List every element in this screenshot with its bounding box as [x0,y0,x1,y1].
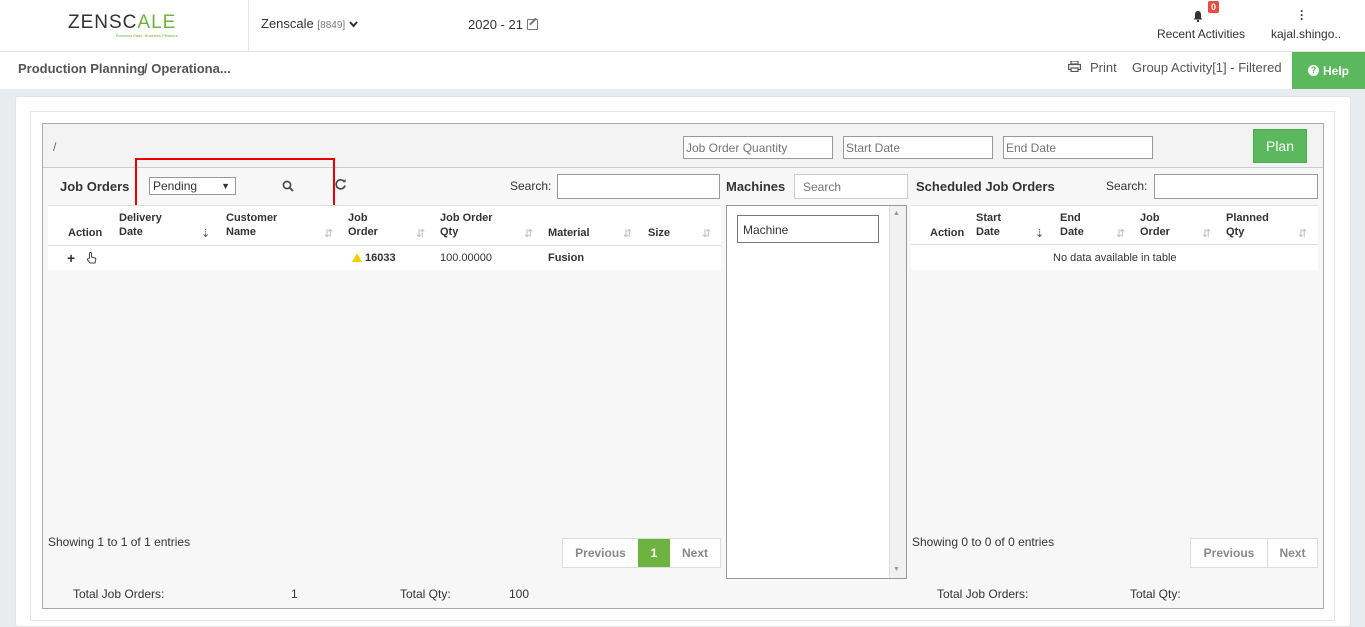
job-orders-search-label: Search: [510,179,552,193]
scheduled-title: Scheduled Job Orders [916,179,1055,194]
warning-icon [352,253,362,262]
col-size[interactable]: Size [648,226,670,240]
financial-year[interactable]: 2020 - 21 [468,17,538,32]
company-selector[interactable]: Zenscale [8849] [261,16,358,31]
col-planned-qty[interactable]: Planned Qty [1226,211,1269,239]
previous-button[interactable]: Previous [563,539,638,567]
kebab-menu-icon[interactable]: · · · [1300,5,1304,25]
scheduled-pagination: Previous Next [1190,538,1318,568]
plan-button[interactable]: Plan [1253,129,1307,163]
top-bar [0,0,1365,52]
sort-desc-icon[interactable]: ⇣ [201,227,210,240]
breadcrumb-current: / Operationa... [144,61,231,76]
previous-button[interactable]: Previous [1191,539,1267,567]
col-start-date[interactable]: Start Date [976,211,1001,239]
machines-search-input[interactable] [794,174,908,199]
sort-icon[interactable]: ⇵ [623,227,632,240]
sort-icon[interactable]: ⇵ [324,227,333,240]
scroll-up-icon[interactable]: ▲ [893,210,900,217]
print-button[interactable]: Print [1090,60,1117,75]
user-name[interactable]: kajal.shingo.. [1271,27,1341,41]
sort-icon[interactable]: ⇵ [416,227,425,240]
sort-icon[interactable]: ⇵ [1202,227,1211,240]
next-button[interactable]: Next [670,539,720,567]
help-button[interactable]: ? Help [1292,52,1365,89]
job-orders-info: Showing 1 to 1 of 1 entries [48,535,191,549]
sort-icon[interactable]: ⇵ [702,227,711,240]
job-order-quantity-input[interactable] [683,136,833,159]
start-date-input[interactable] [843,136,993,159]
col-action: Action [68,227,103,239]
refresh-icon[interactable] [334,178,347,191]
col-job-order[interactable]: Job Order [1140,211,1170,239]
job-order-cell[interactable]: 16033 [352,252,396,264]
col-action: Action [930,227,965,239]
col-material[interactable]: Material [548,226,590,240]
scheduled-info: Showing 0 to 0 of 0 entries [912,535,1055,549]
print-icon[interactable] [1068,61,1081,72]
end-date-input[interactable] [1003,136,1153,159]
sort-icon[interactable]: ⇵ [1116,227,1125,240]
scheduled-total-qty-label: Total Qty: [1130,587,1181,601]
chevron-down-icon [349,21,358,28]
sort-desc-icon[interactable]: ⇣ [1035,227,1044,240]
machines-title: Machines [726,179,786,194]
machines-list [726,205,907,579]
total-job-orders-value: 1 [291,587,298,601]
col-job-order-qty[interactable]: Job Order Qty [440,211,493,239]
job-orders-search-input[interactable] [557,174,720,199]
recent-activities-link[interactable]: Recent Activities [1157,27,1245,41]
qty-cell: 100.00000 [440,252,492,264]
logo-tagline: Business Ease, Business Pleasure [116,33,178,38]
empty-message: No data available in table [1053,252,1177,264]
col-delivery-date[interactable]: Delivery Date [119,211,162,239]
question-icon: ? [1307,65,1319,76]
scheduled-search-label: Search: [1106,179,1148,193]
notification-badge: 0 [1208,1,1220,13]
col-end-date[interactable]: End Date [1060,211,1084,239]
job-orders-pagination: Previous 1 Next [562,538,721,568]
col-customer-name[interactable]: Customer Name [226,211,277,239]
highlight-box [135,158,335,211]
divider [248,0,249,52]
hand-pointer-icon[interactable] [86,252,97,264]
total-qty-value: 100 [509,587,530,601]
logo[interactable]: ZENSCALE [68,12,176,34]
edit-icon[interactable] [526,19,538,30]
job-orders-title: Job Orders [60,179,130,194]
machine-item[interactable]: Machine [737,215,879,243]
page-1-button[interactable]: 1 [638,539,670,567]
scroll-down-icon[interactable]: ▼ [893,566,900,573]
breadcrumb-root[interactable]: Production Planning [18,61,145,76]
total-qty-label: Total Qty: [400,587,451,601]
sort-icon[interactable]: ⇵ [1298,227,1307,240]
scheduled-search-input[interactable] [1154,174,1318,199]
bell-icon[interactable] [1192,10,1204,22]
group-activity-filter[interactable]: Group Activity[1] - Filtered [1132,60,1282,75]
next-button[interactable]: Next [1267,539,1317,567]
scrollbar[interactable] [889,206,906,578]
expand-plus-icon[interactable]: + [67,250,75,266]
col-job-order[interactable]: Job Order [348,211,378,239]
material-cell: Fusion [548,252,585,264]
total-job-orders-label: Total Job Orders: [73,587,165,601]
scheduled-total-job-orders-label: Total Job Orders: [937,587,1029,601]
sort-icon[interactable]: ⇵ [524,227,533,240]
path-label: / [53,140,57,154]
